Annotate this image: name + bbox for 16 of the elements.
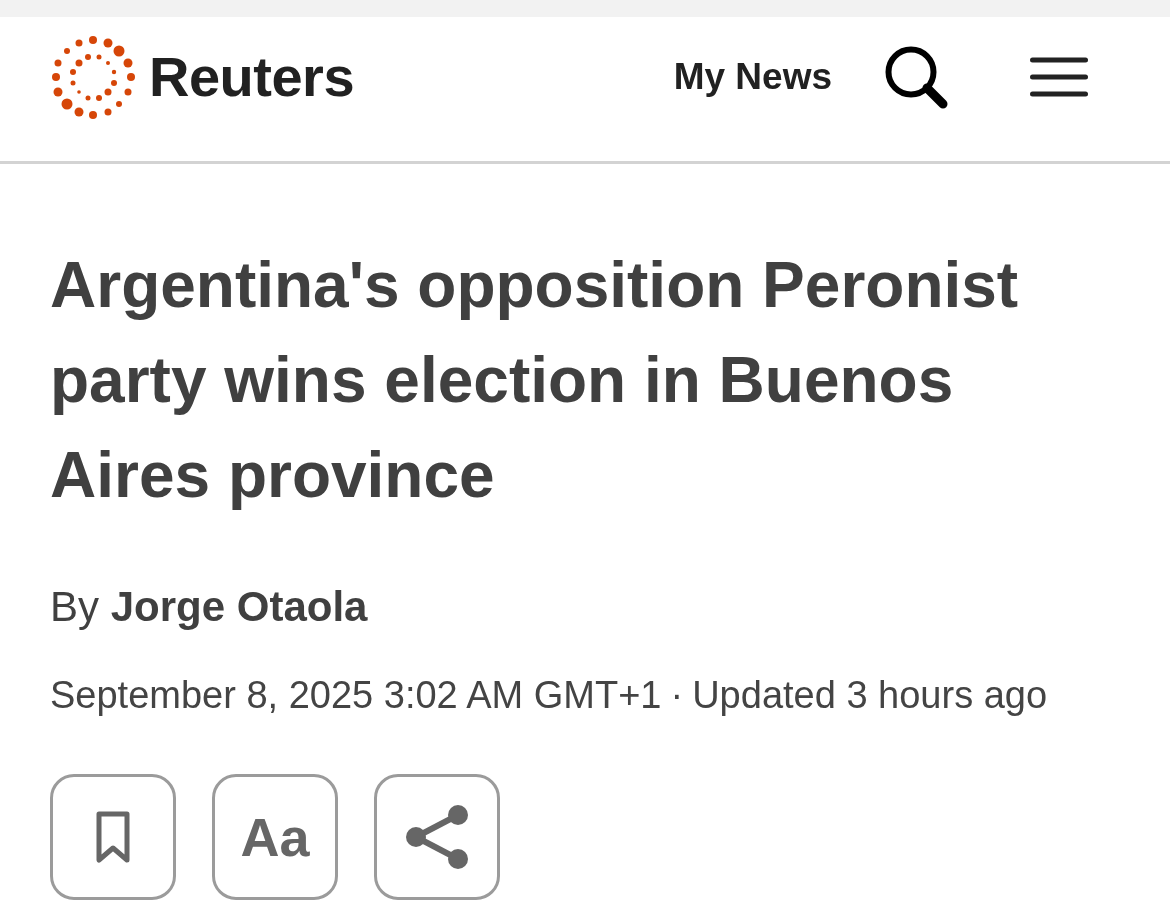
reuters-home-link[interactable]: Reuters <box>48 31 355 122</box>
text-size-button[interactable]: Aa <box>212 774 338 900</box>
article-byline: By Jorge Otaola <box>50 583 369 631</box>
article-headline: Argentina's opposition Peronist party wins election in Buenos Aires province <box>50 248 1020 513</box>
published-date: September 8, 2025 3:02 AM GMT+1 <box>50 673 662 717</box>
share-icon <box>405 805 469 869</box>
bookmark-icon <box>96 811 130 863</box>
menu-button[interactable] <box>1030 56 1088 97</box>
share-button[interactable] <box>374 774 500 900</box>
search-button[interactable] <box>884 44 948 109</box>
my-news-link[interactable]: My News <box>673 58 832 95</box>
updated-time: Updated 3 hours ago <box>692 673 1048 717</box>
menu-icon <box>1030 56 1088 97</box>
search-icon <box>884 44 948 109</box>
bookmark-button[interactable] <box>50 774 176 900</box>
separator-dot: · <box>670 673 684 717</box>
